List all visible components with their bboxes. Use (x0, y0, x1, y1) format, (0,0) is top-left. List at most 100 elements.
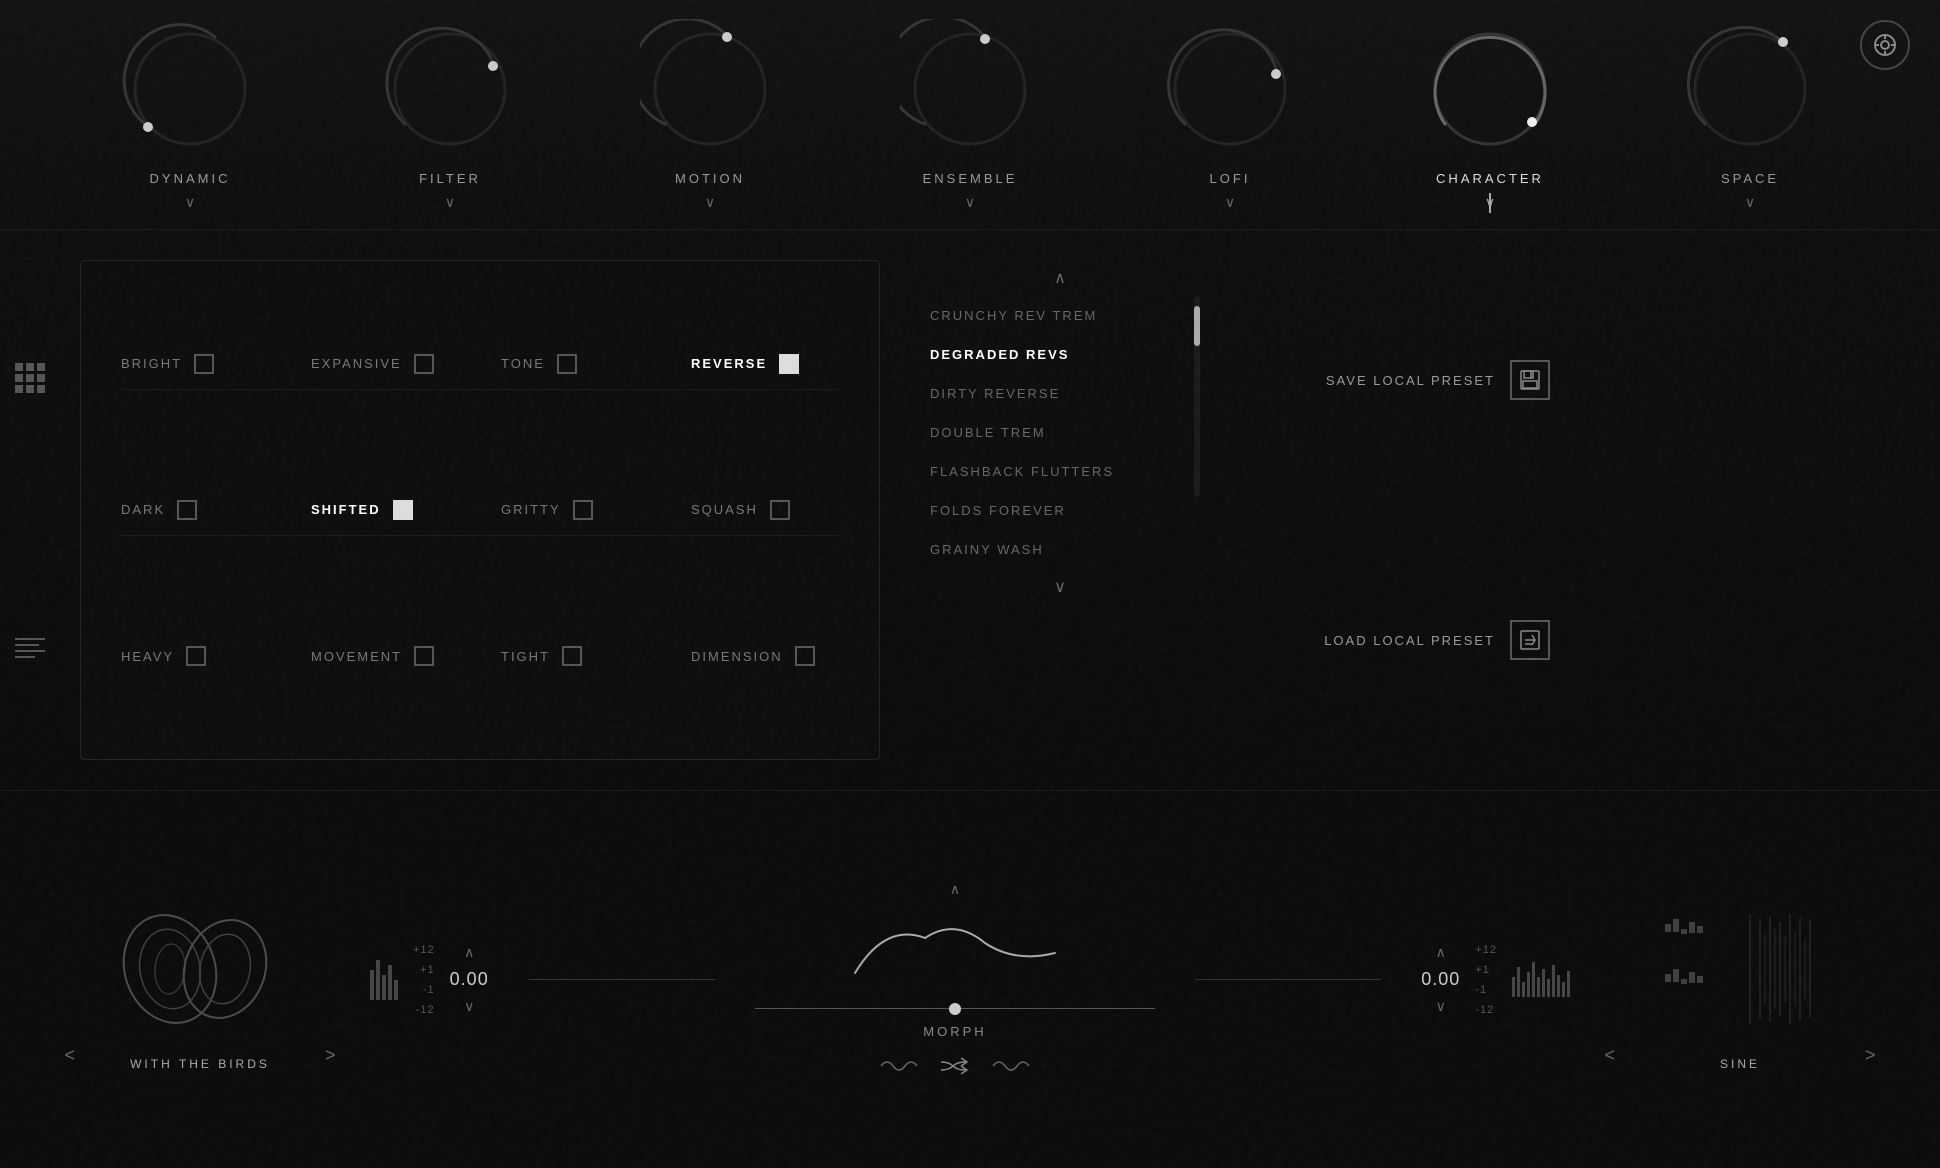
left-pitch-value: 0.00 (450, 969, 489, 990)
tag-tone-label: TONE (501, 356, 545, 371)
tag-expansive-label: EXPANSIVE (311, 356, 402, 371)
right-level-bars (1512, 962, 1570, 997)
knob-filter: FILTER ∨ (380, 19, 520, 211)
load-local-preset-button[interactable]: LOAD LOCAL PRESET (1240, 610, 1560, 670)
right-controls: ∧ 0.00 ∨ +12 +1 -1 -12 (1421, 944, 1570, 1016)
right-instrument-nav: < (1600, 889, 1880, 1071)
right-pitch-value: 0.00 (1421, 969, 1460, 990)
tags-panel: BRIGHT EXPANSIVE TONE REVERSE DARK (80, 260, 880, 760)
left-panel (0, 230, 60, 790)
knob-dynamic-chevron[interactable]: ∨ (185, 194, 195, 211)
action-panel: SAVE LOCAL PRESET LOAD LOCAL PRESET (1240, 260, 1560, 760)
tag-heavy: HEAVY (121, 646, 281, 666)
right-pitch-up[interactable]: ∧ (1436, 944, 1446, 961)
tag-gritty: GRITTY (501, 500, 661, 520)
knob-character: CHARACTER ∨ (1420, 19, 1560, 211)
morph-section: ∧ MORPH (755, 881, 1155, 1078)
knob-motion-chevron[interactable]: ∨ (705, 194, 715, 211)
knob-ensemble: ENSEMBLE ∨ (900, 19, 1040, 211)
morph-slider-dot[interactable] (949, 1003, 961, 1015)
preset-scroll-up[interactable]: ∧ (920, 260, 1200, 296)
preset-scrollbar[interactable] (1194, 296, 1200, 496)
knob-ensemble-chevron[interactable]: ∨ (965, 194, 975, 211)
lines-icon[interactable] (15, 638, 45, 658)
knob-lofi-label: LOFI (1210, 171, 1251, 186)
preset-item-grainy-wash[interactable]: GRAINY WASH (920, 530, 1194, 569)
tag-bright-label: BRIGHT (121, 356, 182, 371)
right-instrument-prev[interactable]: < (1599, 1040, 1620, 1071)
morph-shuffle-icon[interactable] (939, 1054, 971, 1078)
preset-item-crunchy-rev-trem[interactable]: CRUNCHY REV TREM (920, 296, 1194, 335)
tag-shifted-label: SHIFTED (311, 502, 381, 517)
save-icon (1510, 360, 1550, 400)
preset-scrollbar-thumb (1194, 306, 1200, 346)
tag-row-1: BRIGHT EXPANSIVE TONE REVERSE (121, 339, 839, 390)
left-instrument-next[interactable]: > (320, 1040, 341, 1071)
tag-heavy-checkbox[interactable] (186, 646, 206, 666)
tag-tone-checkbox[interactable] (557, 354, 577, 374)
tag-expansive: EXPANSIVE (311, 354, 471, 374)
bottom-section: < WITH THE BIRDS > (0, 790, 1940, 1168)
tag-reverse: REVERSE (691, 354, 851, 374)
knob-motion-label: MOTION (675, 171, 745, 186)
right-scale: +12 +1 -1 -12 (1475, 944, 1497, 1016)
morph-slider-container (755, 1008, 1155, 1009)
preset-item-dirty-reverse[interactable]: DIRTY REVERSE (920, 374, 1194, 413)
knob-ensemble-label: ENSEMBLE (923, 171, 1018, 186)
grid-icon[interactable] (15, 363, 45, 393)
preset-item-degraded-revs[interactable]: DEGRADED REVS (920, 335, 1194, 374)
tag-shifted-checkbox[interactable] (393, 500, 413, 520)
right-pitch-down[interactable]: ∨ (1436, 998, 1446, 1015)
left-pitch-down[interactable]: ∨ (464, 998, 474, 1015)
tag-tone: TONE (501, 354, 661, 374)
preset-list: CRUNCHY REV TREM DEGRADED REVS DIRTY REV… (920, 296, 1194, 569)
morph-sine-right-icon (991, 1056, 1031, 1076)
morph-curve (805, 913, 1105, 993)
tag-squash: SQUASH (691, 500, 851, 520)
character-active-indicator (1489, 193, 1491, 213)
tag-dark-checkbox[interactable] (177, 500, 197, 520)
left-instrument-visual (100, 889, 300, 1049)
knob-space-chevron[interactable]: ∨ (1745, 194, 1755, 211)
knob-filter-chevron[interactable]: ∨ (445, 194, 455, 211)
preset-item-double-trem[interactable]: DOUBLE TREM (920, 413, 1194, 452)
knob-space: SPACE ∨ (1680, 19, 1820, 211)
tag-row-2: DARK SHIFTED GRITTY SQUASH (121, 485, 839, 536)
morph-label: MORPH (923, 1024, 986, 1039)
tag-movement-checkbox[interactable] (414, 646, 434, 666)
right-instrument-name: SINE (1640, 1057, 1840, 1071)
left-separator (529, 979, 715, 980)
knob-dynamic-label: DYNAMIC (150, 171, 231, 186)
preset-scroll-down[interactable]: ∨ (920, 569, 1200, 605)
settings-icon[interactable] (1860, 20, 1910, 70)
save-local-preset-button[interactable]: SAVE LOCAL PRESET (1240, 350, 1560, 410)
left-instrument-prev[interactable]: < (59, 1040, 80, 1071)
right-instrument-next[interactable]: > (1860, 1040, 1881, 1071)
morph-slider-track[interactable] (755, 1008, 1155, 1009)
tag-reverse-checkbox[interactable] (779, 354, 799, 374)
tag-squash-checkbox[interactable] (770, 500, 790, 520)
tag-gritty-checkbox[interactable] (573, 500, 593, 520)
tag-tight: TIGHT (501, 646, 661, 666)
tag-dimension-checkbox[interactable] (795, 646, 815, 666)
preset-panel: ∧ CRUNCHY REV TREM DEGRADED REVS DIRTY R… (920, 260, 1200, 760)
knob-filter-label: FILTER (419, 171, 481, 186)
preset-item-flashback-flutters[interactable]: FLASHBACK FLUTTERS (920, 452, 1194, 491)
tag-squash-label: SQUASH (691, 502, 758, 517)
left-controls: +12 +1 -1 -12 ∧ 0.00 ∨ (370, 944, 489, 1016)
left-pitch-up[interactable]: ∧ (464, 944, 474, 961)
preset-item-folds-forever[interactable]: FOLDS FOREVER (920, 491, 1194, 530)
morph-chevron-up[interactable]: ∧ (950, 881, 960, 898)
right-instrument-visual (1640, 889, 1840, 1049)
knob-lofi-chevron[interactable]: ∨ (1225, 194, 1235, 211)
tag-expansive-checkbox[interactable] (414, 354, 434, 374)
tag-dimension-label: DIMENSION (691, 649, 783, 664)
knob-space-label: SPACE (1721, 171, 1779, 186)
tag-gritty-label: GRITTY (501, 502, 561, 517)
tag-movement: MOVEMENT (311, 646, 471, 666)
knobs-section: DYNAMIC ∨ FILTER ∨ MOTION ∨ (0, 0, 1940, 230)
tag-heavy-label: HEAVY (121, 649, 174, 664)
knob-lofi: LOFI ∨ (1160, 19, 1300, 211)
tag-bright-checkbox[interactable] (194, 354, 214, 374)
tag-tight-checkbox[interactable] (562, 646, 582, 666)
